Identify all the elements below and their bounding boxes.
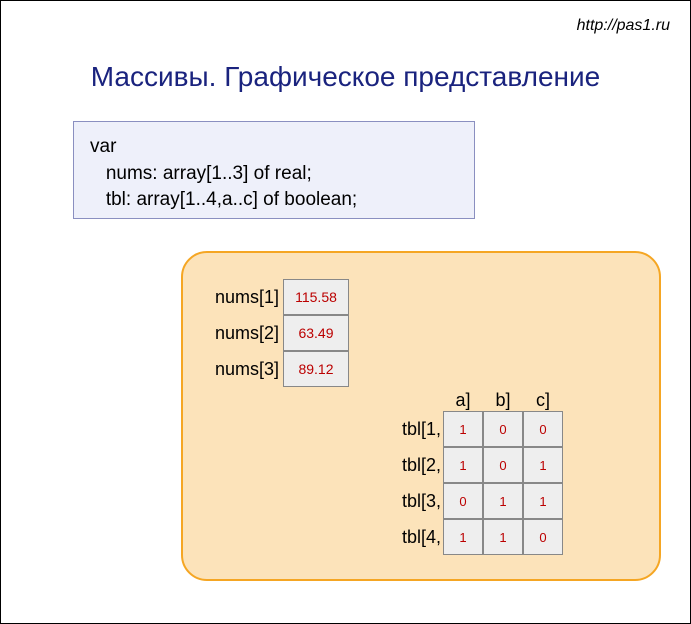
tbl-cell: 1 — [523, 483, 563, 519]
nums-label: nums[2] — [203, 323, 283, 344]
tbl-column-headers: a] b] c] — [387, 381, 563, 411]
tbl-cell: 1 — [523, 447, 563, 483]
nums-row: nums[2] 63.49 — [203, 315, 349, 351]
page-title: Массивы. Графическое представление — [1, 61, 690, 93]
nums-cell: 89.12 — [283, 351, 349, 387]
tbl-cell: 1 — [443, 447, 483, 483]
tbl-cell: 0 — [443, 483, 483, 519]
tbl-row: tbl[2, 1 0 1 — [387, 447, 563, 483]
nums-row: nums[1] 115.58 — [203, 279, 349, 315]
tbl-cell: 1 — [483, 483, 523, 519]
tbl-cell: 0 — [523, 519, 563, 555]
tbl-cell: 0 — [523, 411, 563, 447]
tbl-row-label: tbl[4, — [387, 527, 443, 548]
nums-row: nums[3] 89.12 — [203, 351, 349, 387]
tbl-row-label: tbl[3, — [387, 491, 443, 512]
nums-cell: 63.49 — [283, 315, 349, 351]
tbl-col-b: b] — [483, 390, 523, 411]
nums-cell: 115.58 — [283, 279, 349, 315]
tbl-cell: 0 — [483, 447, 523, 483]
tbl-cell: 1 — [443, 519, 483, 555]
tbl-cell: 1 — [443, 411, 483, 447]
memory-visualization-box: nums[1] 115.58 nums[2] 63.49 nums[3] 89.… — [181, 251, 661, 581]
tbl-row: tbl[1, 1 0 0 — [387, 411, 563, 447]
code-declaration-box: var nums: array[1..3] of real; tbl: arra… — [73, 121, 475, 219]
diagram-page: http://pas1.ru Массивы. Графическое пред… — [0, 0, 691, 624]
tbl-row: tbl[3, 0 1 1 — [387, 483, 563, 519]
nums-array-visual: nums[1] 115.58 nums[2] 63.49 nums[3] 89.… — [203, 279, 349, 387]
code-line-tbl: tbl: array[1..4,a..c] of boolean; — [90, 187, 458, 214]
tbl-row: tbl[4, 1 1 0 — [387, 519, 563, 555]
tbl-array-visual: a] b] c] tbl[1, 1 0 0 tbl[2, 1 0 1 tbl[3… — [387, 381, 563, 555]
tbl-col-c: c] — [523, 390, 563, 411]
tbl-row-label: tbl[2, — [387, 455, 443, 476]
tbl-row-label: tbl[1, — [387, 419, 443, 440]
nums-label: nums[1] — [203, 287, 283, 308]
tbl-col-a: a] — [443, 390, 483, 411]
tbl-cell: 0 — [483, 411, 523, 447]
source-url: http://pas1.ru — [577, 17, 670, 35]
code-line-var: var — [90, 134, 458, 161]
nums-label: nums[3] — [203, 359, 283, 380]
code-line-nums: nums: array[1..3] of real; — [90, 161, 458, 188]
tbl-cell: 1 — [483, 519, 523, 555]
